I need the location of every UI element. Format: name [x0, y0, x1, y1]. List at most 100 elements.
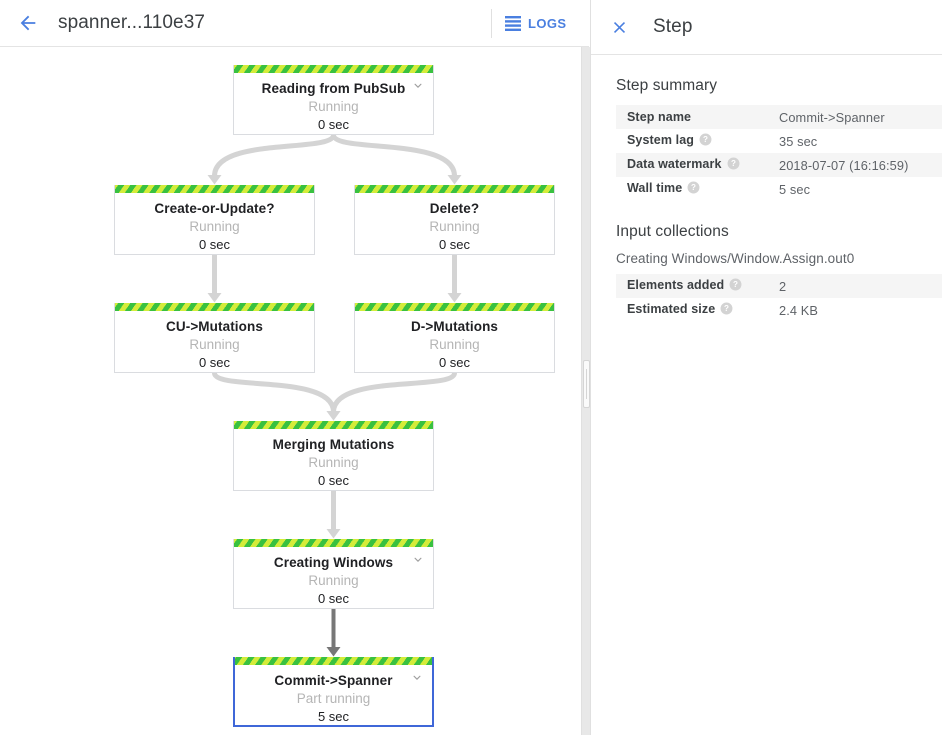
help-icon[interactable]: ?: [727, 157, 740, 173]
node-status-stripe: [355, 185, 554, 193]
help-icon[interactable]: ?: [729, 278, 742, 294]
node-status: Running: [189, 337, 240, 352]
svg-text:?: ?: [733, 280, 738, 289]
list-icon: [505, 16, 521, 31]
table-row: Wall time? 5 sec: [616, 177, 942, 201]
table-row: Data watermark? 2018-07-07 (16:16:59): [616, 153, 942, 177]
step-summary-table: Step name Commit->Spanner System lag? 35 se…: [616, 105, 942, 201]
graph-node-reading-from-pubsub[interactable]: Reading from PubSub Running 0 sec: [233, 65, 434, 135]
row-value: 5 sec: [779, 181, 811, 197]
arrow-left-icon: [20, 15, 36, 31]
node-body: Merging Mutations Running 0 sec: [234, 429, 433, 497]
row-key-label: System lag: [627, 133, 695, 147]
chevron-down-icon[interactable]: [410, 671, 424, 685]
node-body: Create-or-Update? Running 0 sec: [115, 193, 314, 261]
svg-text:?: ?: [703, 135, 708, 144]
row-value: 2018-07-07 (16:16:59): [779, 157, 909, 173]
node-name: Reading from PubSub: [261, 81, 406, 96]
node-status: Running: [429, 337, 480, 352]
row-key-label: Elements added: [627, 278, 725, 292]
node-status: Running: [308, 99, 359, 114]
back-button[interactable]: [6, 1, 50, 45]
row-key: Elements added?: [616, 274, 778, 298]
row-value: 35 sec: [779, 133, 818, 149]
node-status: Running: [308, 455, 359, 470]
node-time: 0 sec: [317, 473, 350, 488]
graph-edge: [331, 133, 457, 177]
step-panel-body: Step summary Step name Commit->Spanner Sys…: [591, 55, 942, 322]
job-graph-pane: spanner...110e37 LOGS Reading from PubSu…: [0, 0, 589, 735]
graph-edge-arrowhead: [207, 293, 222, 303]
graph-edge: [212, 133, 336, 177]
node-body: CU->Mutations Running 0 sec: [115, 311, 314, 379]
page-title: spanner...110e37: [58, 12, 206, 33]
graph-edge-arrowhead: [447, 293, 462, 303]
node-body: Reading from PubSub Running 0 sec: [234, 73, 433, 141]
dataflow-job-page: spanner...110e37 LOGS Reading from PubSu…: [0, 0, 942, 735]
job-header-bar: spanner...110e37 LOGS: [0, 0, 589, 47]
node-name: Merging Mutations: [272, 437, 395, 452]
row-value: 2: [779, 278, 787, 294]
header-divider: [491, 9, 492, 38]
row-key: Step name: [616, 105, 778, 129]
node-time: 0 sec: [317, 591, 350, 606]
node-name: Creating Windows: [273, 555, 394, 570]
help-icon[interactable]: ?: [720, 302, 733, 318]
graph-node-creating-windows[interactable]: Creating Windows Running 0 sec: [233, 539, 434, 609]
node-time: 0 sec: [198, 237, 231, 252]
row-key-label: Wall time: [627, 181, 683, 195]
table-row: System lag? 35 sec: [616, 129, 942, 153]
graph-edge-arrowhead: [326, 647, 341, 657]
node-status-stripe: [115, 303, 314, 311]
graph-node-merging-mutations[interactable]: Merging Mutations Running 0 sec: [233, 421, 434, 491]
node-status: Running: [429, 219, 480, 234]
row-value: Commit->Spanner: [779, 109, 885, 125]
node-body: Creating Windows Running 0 sec: [234, 547, 433, 615]
graph-edge-arrowhead: [207, 175, 222, 185]
node-status-stripe: [115, 185, 314, 193]
close-icon: [613, 21, 625, 33]
node-status-stripe: [234, 65, 433, 73]
help-icon[interactable]: ?: [687, 181, 700, 197]
row-value: 2.4 KB: [779, 302, 819, 318]
graph-node-create-or-update[interactable]: Create-or-Update? Running 0 sec: [114, 185, 315, 255]
node-name: CU->Mutations: [166, 319, 263, 334]
node-time: 0 sec: [438, 237, 471, 252]
step-details-pane: Step Step summary Step name Commit->Spann…: [591, 0, 942, 735]
graph-node-delete[interactable]: Delete? Running 0 sec: [354, 185, 555, 255]
graph-edge-arrowhead: [447, 175, 462, 185]
row-key: Estimated size?: [616, 298, 778, 322]
table-row: Step name Commit->Spanner: [616, 105, 942, 129]
row-key-label: Step name: [627, 110, 692, 124]
row-key: Wall time?: [616, 177, 778, 201]
help-icon[interactable]: ?: [699, 133, 712, 149]
row-key: Data watermark?: [616, 153, 778, 177]
graph-node-d-mutations[interactable]: D->Mutations Running 0 sec: [354, 303, 555, 373]
graph-node-commit-spanner[interactable]: Commit->Spanner Part running 5 sec: [233, 657, 434, 727]
chevron-down-icon[interactable]: [411, 79, 425, 93]
logs-button-label: LOGS: [528, 16, 567, 31]
node-time: 0 sec: [317, 117, 350, 132]
chevron-down-icon[interactable]: [411, 553, 425, 567]
node-body: D->Mutations Running 0 sec: [355, 311, 554, 379]
row-key-label: Data watermark: [627, 157, 722, 171]
svg-text:?: ?: [691, 183, 696, 192]
pipeline-graph-canvas[interactable]: Reading from PubSub Running 0 sec Create-or…: [0, 47, 581, 735]
node-status-stripe: [234, 539, 433, 547]
graph-edge-arrowhead: [326, 411, 341, 421]
logs-button[interactable]: LOGS: [505, 11, 566, 36]
node-time: 0 sec: [438, 355, 471, 370]
input-collections-heading: Input collections: [616, 223, 729, 240]
close-button[interactable]: [601, 9, 637, 45]
node-status: Running: [189, 219, 240, 234]
node-name: Create-or-Update?: [154, 201, 275, 216]
pane-splitter[interactable]: [581, 47, 590, 735]
graph-node-cu-mutations[interactable]: CU->Mutations Running 0 sec: [114, 303, 315, 373]
node-status-stripe: [235, 657, 432, 665]
step-summary-heading: Step summary: [616, 77, 718, 94]
step-panel-title: Step: [653, 16, 693, 37]
row-key-label: Estimated size: [627, 302, 716, 316]
table-row: Elements added? 2: [616, 274, 942, 298]
panel-resize-handle[interactable]: [583, 360, 590, 408]
node-name: Commit->Spanner: [274, 673, 393, 688]
